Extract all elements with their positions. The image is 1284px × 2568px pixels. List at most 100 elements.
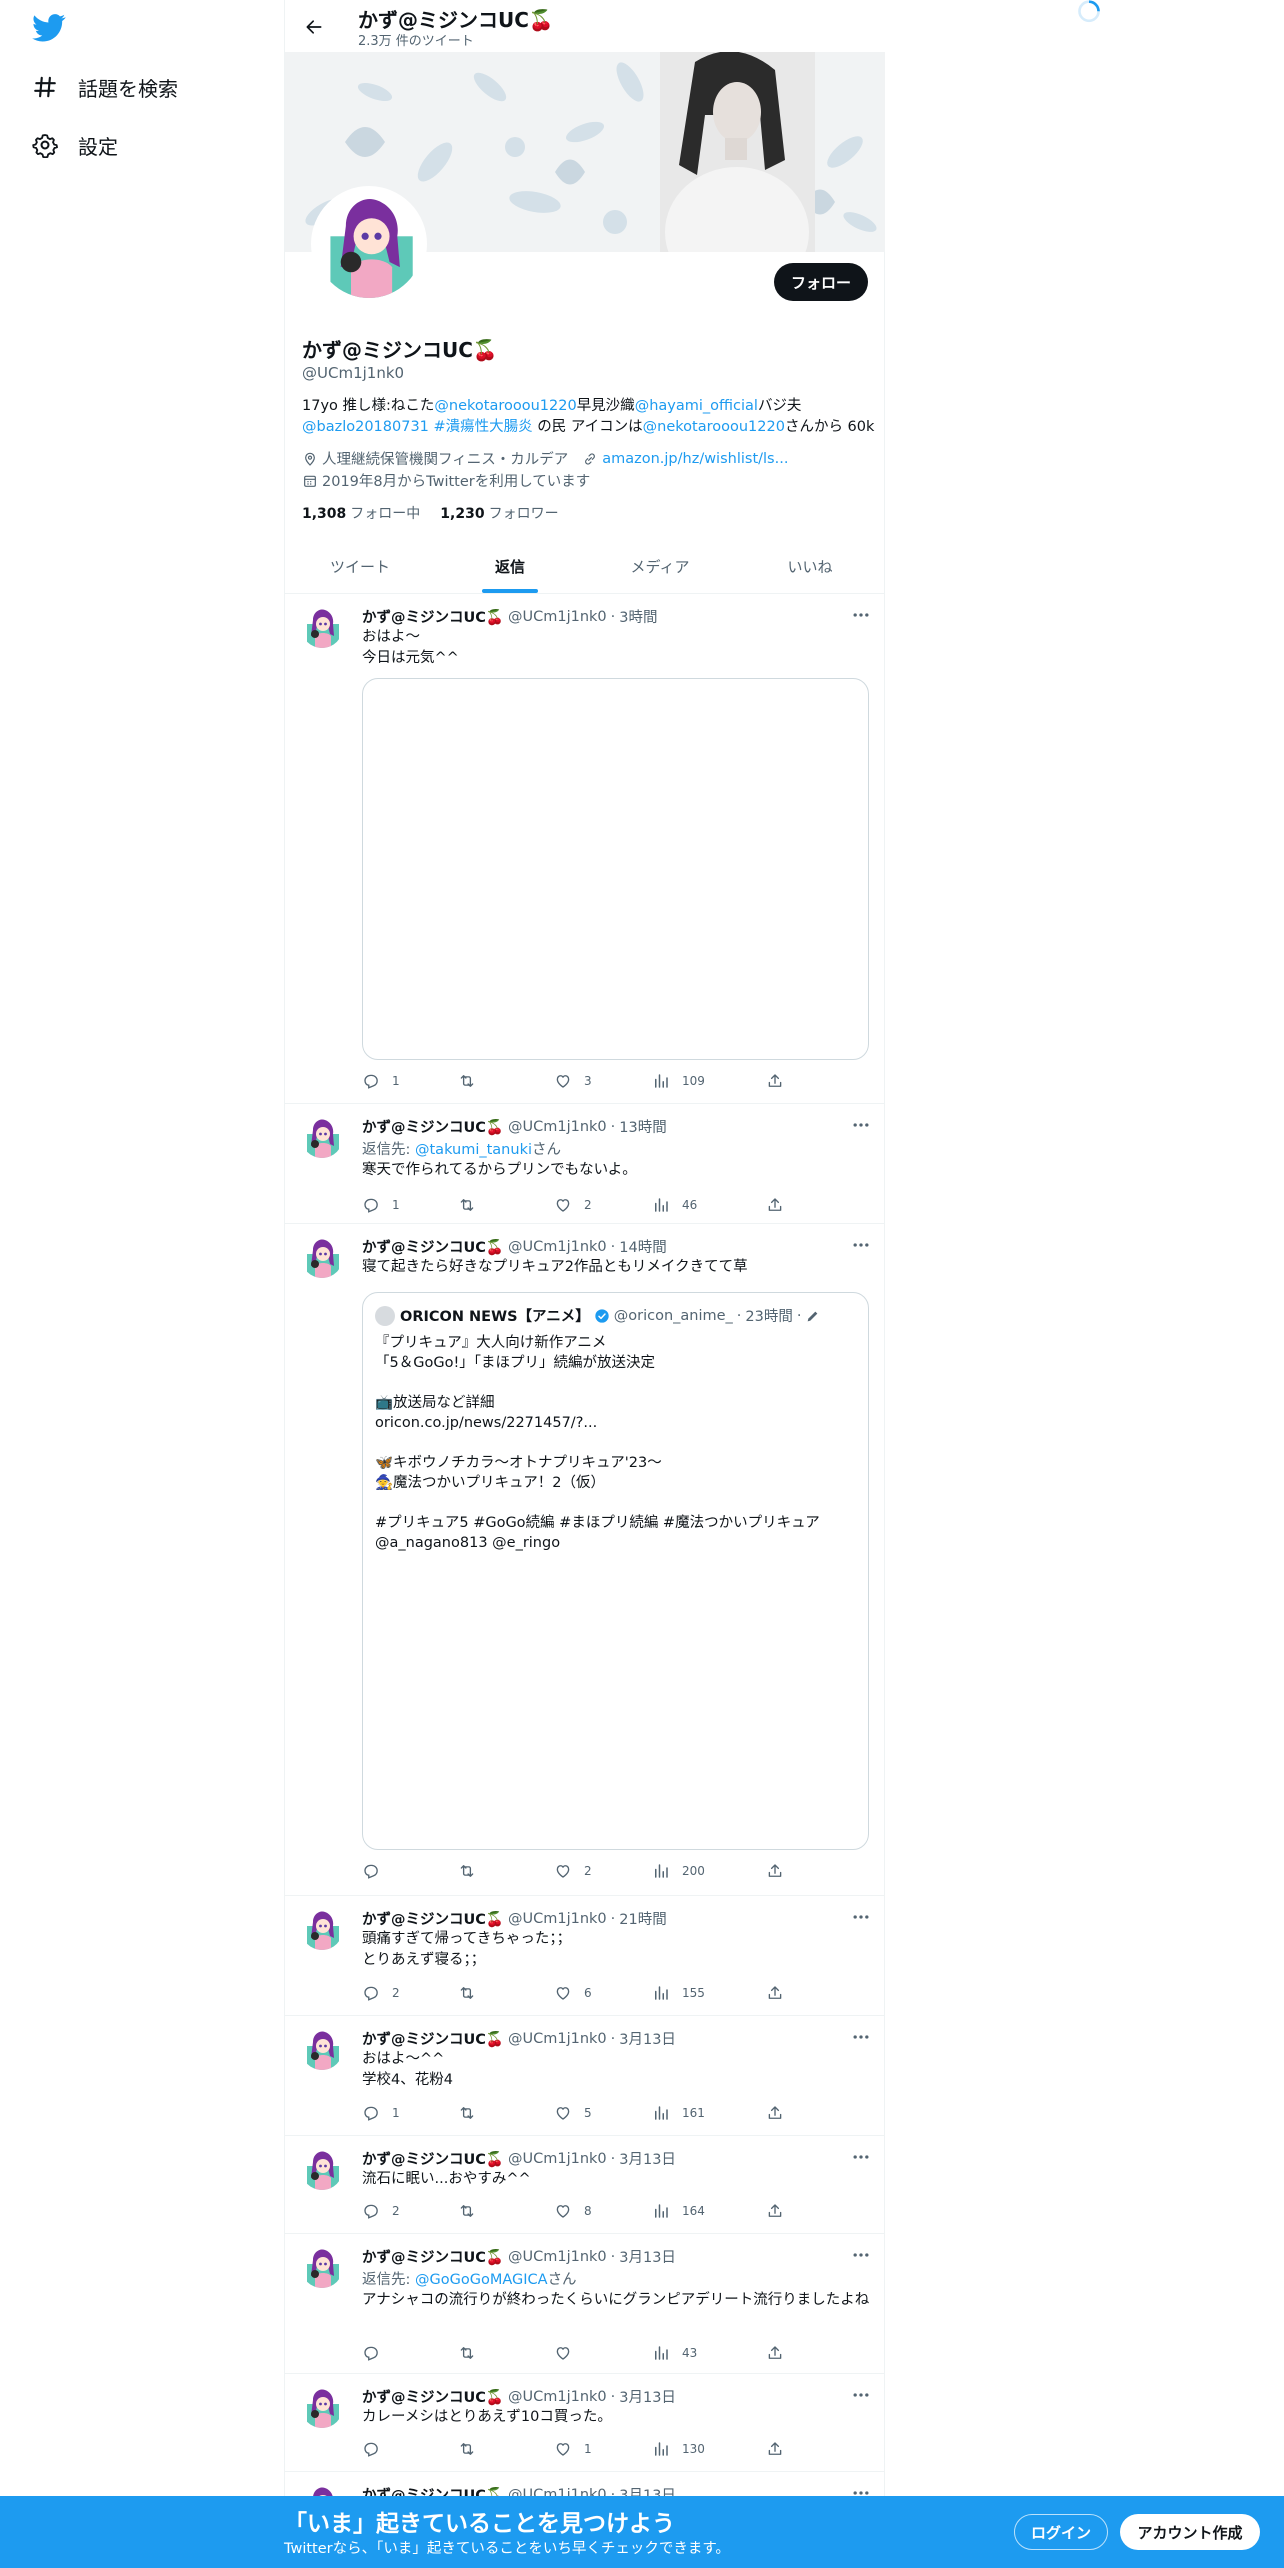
- twitter-logo-icon[interactable]: [32, 14, 66, 42]
- tweet-author-name[interactable]: かず@ミジンコUC🍒: [362, 1236, 504, 1257]
- tab-tweets[interactable]: ツイート: [285, 540, 435, 593]
- tweet[interactable]: かず@ミジンコUC🍒 @UCm1j1nk0 · 21時間 頭痛すぎて帰ってきちゃ…: [285, 1896, 885, 2016]
- tweet-timestamp[interactable]: 3月13日: [619, 2028, 676, 2049]
- tweet-timestamp[interactable]: 21時間: [619, 1908, 666, 1929]
- retweet-button[interactable]: [458, 2202, 488, 2220]
- tweet-timestamp[interactable]: 14時間: [619, 1236, 666, 1257]
- tweet[interactable]: かず@ミジンコUC🍒 @UCm1j1nk0 · 3月13日 流石に眠い...おや…: [285, 2136, 885, 2234]
- tweet-avatar[interactable]: [301, 1116, 343, 1158]
- login-button[interactable]: ログイン: [1014, 2514, 1108, 2550]
- share-button[interactable]: [766, 1862, 784, 1880]
- profile-website-link[interactable]: amazon.jp/hz/wishlist/ls...: [602, 451, 788, 467]
- like-button[interactable]: 2: [554, 1862, 592, 1880]
- tab-replies[interactable]: 返信: [435, 540, 585, 593]
- tweet[interactable]: かず@ミジンコUC🍒 @UCm1j1nk0 · 3時間 おはよ〜 今日は元気^^…: [285, 594, 885, 1104]
- tweet-author-name[interactable]: かず@ミジンコUC🍒: [362, 606, 504, 627]
- tweet-avatar[interactable]: [301, 1236, 343, 1278]
- tab-likes[interactable]: いいね: [735, 540, 885, 593]
- views-button[interactable]: 164: [652, 2202, 705, 2220]
- retweet-button[interactable]: [458, 2104, 488, 2122]
- tweet-timestamp[interactable]: 13時間: [619, 1116, 666, 1137]
- tweet-author-handle[interactable]: @UCm1j1nk0: [508, 2249, 607, 2265]
- tweet-avatar[interactable]: [301, 2028, 343, 2070]
- views-button[interactable]: 43: [652, 2344, 697, 2362]
- share-button[interactable]: [766, 2104, 784, 2122]
- like-button[interactable]: 6: [554, 1984, 592, 2002]
- bio-mention-link[interactable]: @nekotarooou1220: [434, 398, 576, 414]
- tweet-author-name[interactable]: かず@ミジンコUC🍒: [362, 2028, 504, 2049]
- views-button[interactable]: 46: [652, 1196, 697, 1214]
- more-options-button[interactable]: [850, 2246, 872, 2264]
- bio-mention-link[interactable]: @hayami_official: [635, 398, 758, 414]
- profile-avatar[interactable]: [311, 186, 427, 302]
- tweet-author-handle[interactable]: @UCm1j1nk0: [508, 609, 607, 625]
- followers-link[interactable]: 1,230 フォロワー: [440, 503, 558, 523]
- tweet-author-handle[interactable]: @UCm1j1nk0: [508, 1119, 607, 1135]
- tweet-avatar[interactable]: [301, 2386, 343, 2428]
- tweet-timestamp[interactable]: 3月13日: [619, 2246, 676, 2267]
- tweet-author-handle[interactable]: @UCm1j1nk0: [508, 1911, 607, 1927]
- more-options-button[interactable]: [850, 2148, 872, 2166]
- tweet-avatar[interactable]: [301, 2148, 343, 2190]
- reply-button[interactable]: 2: [362, 1984, 400, 2002]
- views-button[interactable]: 161: [652, 2104, 705, 2122]
- retweet-button[interactable]: [458, 1072, 488, 1090]
- bio-hashtag-link[interactable]: #潰瘍性大腸炎: [434, 419, 533, 435]
- tweet-avatar[interactable]: [301, 2246, 343, 2288]
- like-button[interactable]: 5: [554, 2104, 592, 2122]
- reply-button[interactable]: 1: [362, 1072, 400, 1090]
- share-button[interactable]: [766, 2202, 784, 2220]
- reply-to-link[interactable]: @GoGoGoMAGICA: [415, 2272, 548, 2288]
- follow-button[interactable]: フォロー: [774, 263, 868, 301]
- reply-button[interactable]: 1: [362, 1196, 400, 1214]
- back-button[interactable]: [299, 12, 329, 42]
- retweet-button[interactable]: [458, 2440, 488, 2458]
- share-button[interactable]: [766, 2344, 784, 2362]
- reply-button[interactable]: 1: [362, 2104, 400, 2122]
- tweet-timestamp[interactable]: 3時間: [619, 606, 657, 627]
- tweet-media-embed[interactable]: [362, 678, 869, 1060]
- tweet-author-handle[interactable]: @UCm1j1nk0: [508, 2151, 607, 2167]
- tweet-author-name[interactable]: かず@ミジンコUC🍒: [362, 2386, 504, 2407]
- nav-settings[interactable]: 設定: [32, 125, 118, 165]
- like-button[interactable]: 2: [554, 1196, 592, 1214]
- tweet[interactable]: かず@ミジンコUC🍒 @UCm1j1nk0 · 3月13日 返信先: @GoGo…: [285, 2234, 885, 2374]
- following-link[interactable]: 1,308 フォロー中: [302, 503, 420, 523]
- tweet[interactable]: かず@ミジンコUC🍒 @UCm1j1nk0 · 14時間 寝て起きたら好きなプリ…: [285, 1224, 885, 1896]
- reply-to-link[interactable]: @takumi_tanuki: [415, 1142, 532, 1158]
- views-button[interactable]: 155: [652, 1984, 705, 2002]
- more-options-button[interactable]: [850, 606, 872, 624]
- reply-button[interactable]: [362, 1862, 392, 1880]
- bio-mention-link[interactable]: @bazlo20180731: [302, 419, 429, 435]
- tweet-avatar[interactable]: [301, 606, 343, 648]
- tweet-author-name[interactable]: かず@ミジンコUC🍒: [362, 1908, 504, 1929]
- bio-mention-link[interactable]: @nekotarooou1220: [643, 419, 785, 435]
- reply-button[interactable]: [362, 2344, 392, 2362]
- retweet-button[interactable]: [458, 1862, 488, 1880]
- tweet-author-handle[interactable]: @UCm1j1nk0: [508, 2031, 607, 2047]
- retweet-button[interactable]: [458, 1984, 488, 2002]
- quoted-tweet[interactable]: ORICON NEWS【アニメ】 @oricon_anime_ · 23時間 ·…: [362, 1292, 869, 1850]
- share-button[interactable]: [766, 1072, 784, 1090]
- tweet-author-name[interactable]: かず@ミジンコUC🍒: [362, 2246, 504, 2267]
- share-button[interactable]: [766, 1196, 784, 1214]
- views-button[interactable]: 200: [652, 1862, 705, 1880]
- retweet-button[interactable]: [458, 1196, 488, 1214]
- tweet[interactable]: かず@ミジンコUC🍒 @UCm1j1nk0 · 3月13日 おはよ〜^^ 学校4…: [285, 2016, 885, 2136]
- reply-button[interactable]: 2: [362, 2202, 400, 2220]
- like-button[interactable]: 1: [554, 2440, 592, 2458]
- like-button[interactable]: 3: [554, 1072, 592, 1090]
- tweet-author-handle[interactable]: @UCm1j1nk0: [508, 1239, 607, 1255]
- views-button[interactable]: 130: [652, 2440, 705, 2458]
- reply-button[interactable]: [362, 2440, 392, 2458]
- tweet[interactable]: かず@ミジンコUC🍒 @UCm1j1nk0 · 13時間 返信先: @takum…: [285, 1104, 885, 1224]
- nav-explore[interactable]: 話題を検索: [32, 67, 178, 107]
- signup-button[interactable]: アカウント作成: [1120, 2514, 1260, 2550]
- share-button[interactable]: [766, 2440, 784, 2458]
- more-options-button[interactable]: [850, 2028, 872, 2046]
- more-options-button[interactable]: [850, 1908, 872, 1926]
- retweet-button[interactable]: [458, 2344, 488, 2362]
- tweet-author-name[interactable]: かず@ミジンコUC🍒: [362, 2148, 504, 2169]
- views-button[interactable]: 109: [652, 1072, 705, 1090]
- tweet-avatar[interactable]: [301, 1908, 343, 1950]
